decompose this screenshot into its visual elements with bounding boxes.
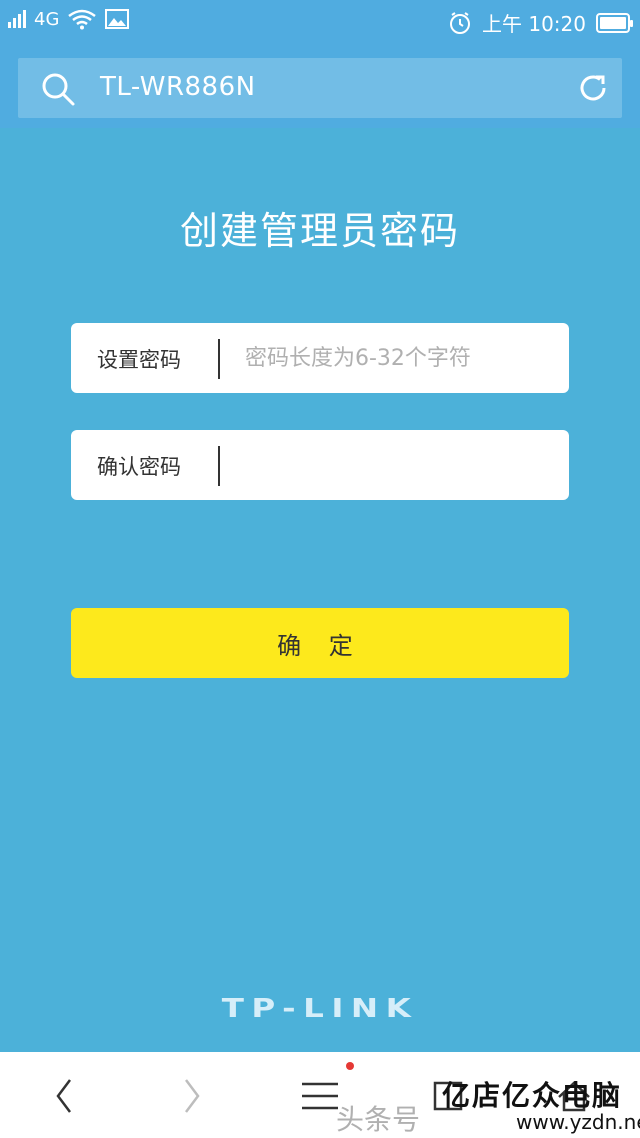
- image-icon: [105, 9, 130, 29]
- confirm-password-label: 确认密码: [97, 455, 181, 479]
- confirm-password-input[interactable]: [223, 440, 553, 490]
- set-password-input[interactable]: [223, 333, 553, 383]
- toutiao-watermark: 头条号: [336, 1103, 421, 1136]
- signal-icon: [8, 10, 26, 28]
- battery-icon: [596, 12, 633, 33]
- confirm-button[interactable]: 确 定: [71, 608, 569, 678]
- alarm-icon: [450, 11, 470, 34]
- notification-dot: [346, 1062, 354, 1070]
- field-divider: [218, 446, 220, 486]
- wifi-icon: [68, 9, 97, 30]
- set-password-label: 设置密码: [97, 348, 181, 372]
- search-icon[interactable]: [40, 71, 76, 107]
- site-url-watermark: www.yzdn.net: [516, 1110, 640, 1134]
- status-bar: 4G 上午 10:20: [0, 0, 640, 44]
- browser-toolbar: TL-WR886N: [0, 44, 640, 128]
- confirm-password-field: 确认密码: [71, 430, 569, 500]
- address-url[interactable]: TL-WR886N: [100, 72, 256, 102]
- set-password-field: 设置密码: [71, 323, 569, 393]
- site-name-watermark: 亿店亿众电脑: [442, 1079, 623, 1112]
- back-icon[interactable]: [42, 1074, 86, 1118]
- network-type: 4G: [34, 8, 60, 30]
- address-bar[interactable]: TL-WR886N: [18, 58, 622, 118]
- page-title: 创建管理员密码: [179, 209, 460, 253]
- forward-icon[interactable]: [170, 1074, 214, 1118]
- field-divider: [218, 339, 220, 379]
- refresh-icon[interactable]: [576, 71, 610, 105]
- tp-link-logo: TP-LINK: [221, 994, 419, 1024]
- clock: 上午 10:20: [482, 12, 586, 36]
